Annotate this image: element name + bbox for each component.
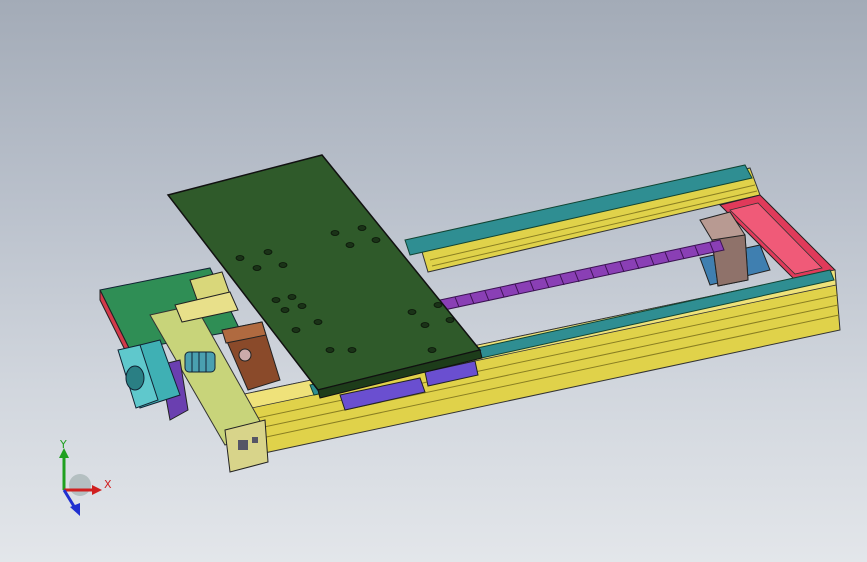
coordinate-triad[interactable]: Y X — [40, 440, 120, 530]
graphics-viewport[interactable]: Y X — [0, 0, 867, 562]
y-axis-label: Y — [59, 440, 67, 451]
coupling — [184, 351, 216, 373]
cad-model-view[interactable] — [0, 0, 867, 562]
triad-origin-sphere — [69, 474, 91, 496]
x-axis-label: X — [104, 478, 112, 491]
back-guide-rail — [404, 164, 753, 256]
